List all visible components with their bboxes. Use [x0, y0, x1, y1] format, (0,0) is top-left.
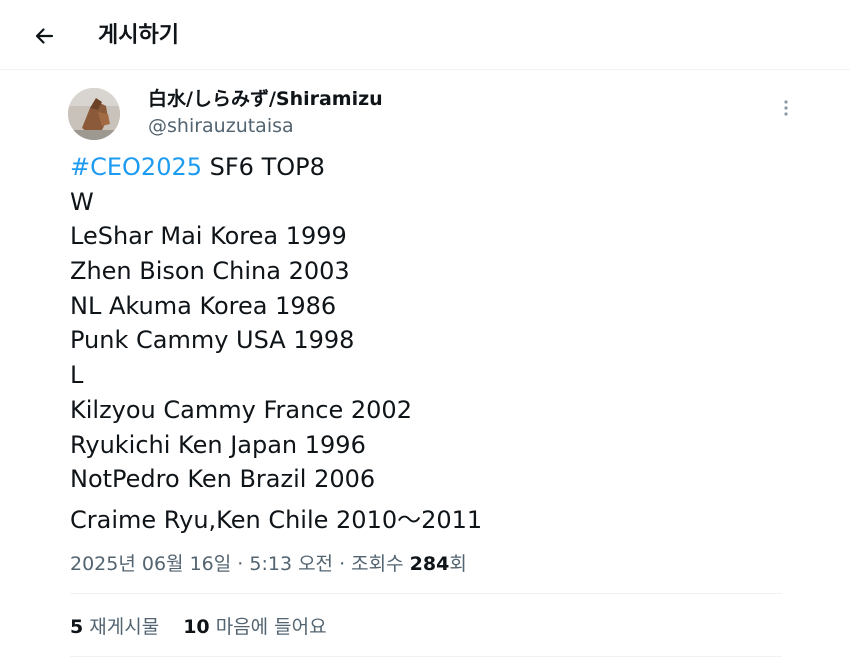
arrow-left-icon — [35, 28, 54, 44]
views-count: 284 — [409, 553, 450, 575]
divider — [70, 593, 782, 594]
tweet-line: W — [70, 187, 94, 216]
tweet-line: Ryukichi Ken Japan 1996 — [70, 430, 366, 459]
meta-separator: · — [231, 553, 250, 575]
tweet-time[interactable]: 5:13 오전 — [249, 553, 333, 575]
tweet-line: L — [70, 361, 84, 390]
reposts-stat[interactable]: 5 재게시물 — [70, 613, 159, 641]
page-title: 게시하기 — [98, 23, 179, 48]
more-options-button[interactable] — [774, 96, 798, 120]
tweet-first-line: #CEO2025 SF6 TOP8 — [70, 150, 482, 185]
tweet-line: Kilzyou Cammy France 2002 — [70, 395, 412, 424]
author-handle[interactable]: @shirauzutaisa — [148, 113, 294, 139]
back-button[interactable] — [26, 18, 62, 54]
likes-count: 10 — [183, 616, 210, 638]
divider — [70, 656, 782, 657]
tweet-text: #CEO2025 SF6 TOP8 W LeShar Mai Korea 199… — [70, 150, 482, 538]
tweet-line: Punk Cammy USA 1998 — [70, 326, 355, 355]
likes-label: 마음에 들어요 — [209, 616, 327, 638]
more-vertical-icon — [784, 100, 788, 116]
views-suffix: 회 — [449, 553, 467, 575]
avatar[interactable] — [68, 88, 120, 140]
reposts-label: 재게시물 — [83, 616, 160, 638]
tweet-stats: 5 재게시물 10 마음에 들어요 — [70, 613, 327, 641]
tweet-line: LeShar Mai Korea 1999 — [70, 222, 347, 251]
likes-stat[interactable]: 10 마음에 들어요 — [183, 613, 326, 641]
author-display-name[interactable]: 白水/しらみず/Shiramizu — [148, 86, 383, 112]
tweet-last-line: Craime Ryu,Ken Chile 2010～2011 — [70, 505, 483, 534]
tweet-first-line-rest: SF6 TOP8 — [202, 153, 325, 181]
tweet-line: Zhen Bison China 2003 — [70, 257, 350, 286]
tweet-line: NL Akuma Korea 1986 — [70, 291, 337, 320]
meta-separator: · — [333, 553, 352, 575]
hashtag-link[interactable]: #CEO2025 — [70, 153, 202, 181]
avatar-image — [68, 88, 120, 140]
tweet-line: NotPedro Ken Brazil 2006 — [70, 465, 376, 494]
reposts-count: 5 — [70, 616, 84, 638]
tweet-meta: 2025년 06월 16일 · 5:13 오전 · 조회수 284회 — [70, 550, 467, 578]
tweet-date[interactable]: 2025년 06월 16일 — [70, 553, 231, 575]
views-label: 조회수 — [351, 553, 410, 575]
top-bar: 게시하기 — [0, 0, 850, 70]
